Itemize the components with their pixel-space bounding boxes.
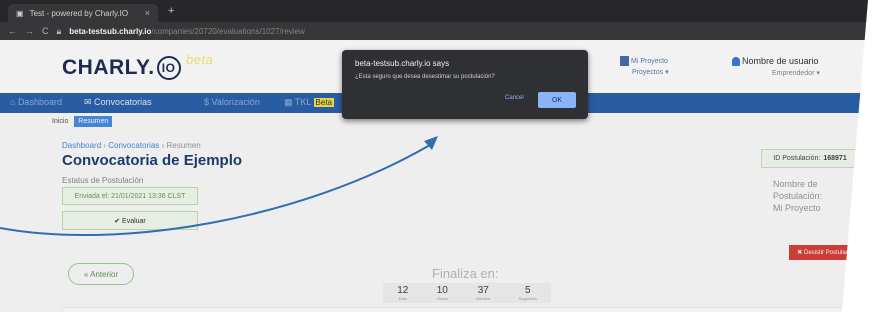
annotation-arrow-line bbox=[0, 144, 431, 237]
annotation-arrow bbox=[0, 136, 438, 237]
page: ▣ Test - powered by Charly.IO × + ← → C … bbox=[0, 0, 878, 312]
